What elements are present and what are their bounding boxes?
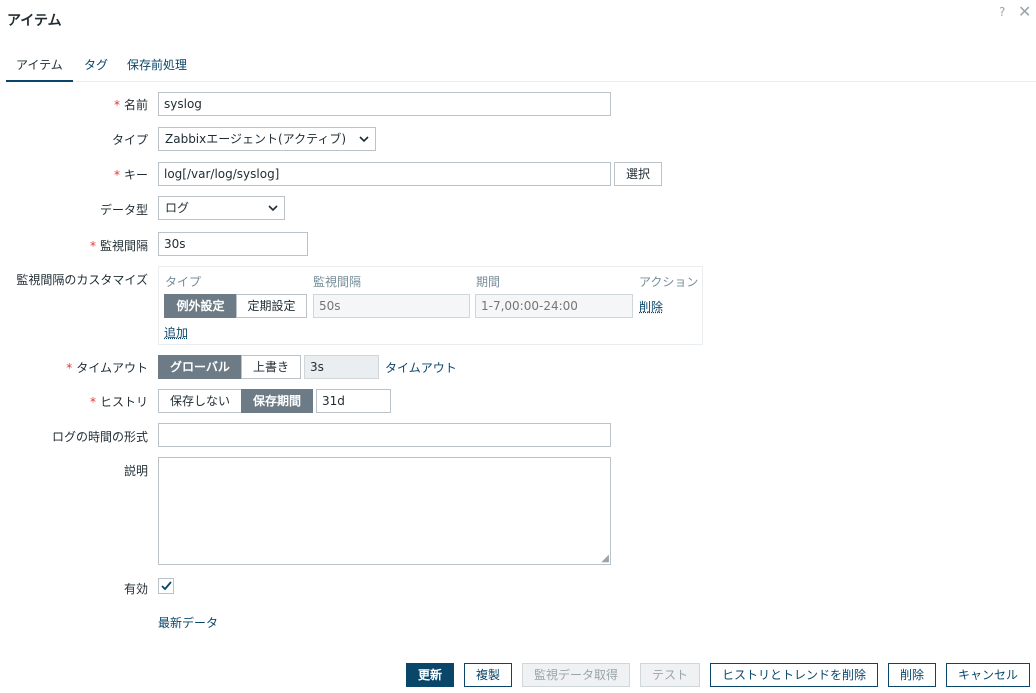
name-input[interactable]: [158, 92, 611, 116]
timeout-global-option[interactable]: グローバル: [158, 355, 242, 379]
latest-data-link[interactable]: 最新データ: [158, 614, 218, 631]
description-textarea[interactable]: ◢: [158, 457, 611, 565]
custom-interval-input[interactable]: [313, 294, 470, 318]
description-label: 説明: [123, 464, 148, 478]
history-label: ヒストリ: [90, 393, 148, 410]
timeout-link[interactable]: タイムアウト: [385, 359, 457, 376]
data-type-select-value: ログ: [165, 201, 190, 215]
enabled-checkbox[interactable]: [158, 578, 174, 594]
get-value-button[interactable]: 監視データ取得: [522, 663, 630, 687]
type-select[interactable]: Zabbixエージェント(アクティブ): [158, 127, 376, 151]
timeout-label: タイムアウト: [66, 359, 148, 376]
add-interval-link[interactable]: 追加: [164, 324, 188, 341]
type-select-value: Zabbixエージェント(アクティブ): [165, 132, 347, 146]
header-period: 期間: [476, 275, 501, 289]
key-label: キー: [114, 166, 148, 183]
tab-item[interactable]: アイテム: [6, 56, 73, 82]
checkmark-icon: [161, 581, 172, 591]
delete-button[interactable]: 削除: [888, 663, 936, 687]
log-time-format-input[interactable]: [158, 423, 611, 447]
resize-grip-icon[interactable]: ◢: [601, 553, 609, 564]
close-icon[interactable]: ✕: [1018, 2, 1031, 21]
history-input[interactable]: [316, 389, 391, 413]
type-label: タイプ: [111, 133, 148, 147]
interval-input[interactable]: [158, 232, 308, 256]
remove-interval-link[interactable]: 削除: [639, 298, 663, 315]
history-store-up-to-option[interactable]: 保存期間: [241, 389, 313, 413]
interval-label: 監視間隔: [90, 237, 148, 254]
dialog-title: アイテム: [7, 13, 62, 29]
flexible-option[interactable]: 例外設定: [164, 294, 237, 318]
custom-intervals-label: 監視間隔のカスタマイズ: [16, 273, 148, 287]
clear-history-button[interactable]: ヒストリとトレンドを削除: [710, 663, 878, 687]
enabled-label: 有効: [123, 582, 148, 596]
header-action: アクション: [639, 275, 699, 289]
timeout-override-option[interactable]: 上書き: [241, 355, 301, 379]
data-type-select[interactable]: ログ: [158, 196, 285, 220]
tab-bar: アイテム タグ 保存前処理: [6, 56, 1036, 82]
scheduling-option[interactable]: 定期設定: [236, 294, 307, 318]
tab-tags[interactable]: タグ: [74, 56, 118, 82]
data-type-label: データ型: [99, 203, 148, 217]
header-type: タイプ: [165, 275, 202, 289]
clone-button[interactable]: 複製: [464, 663, 512, 687]
timeout-input[interactable]: [304, 355, 379, 379]
key-input[interactable]: [158, 162, 611, 186]
chevron-down-icon: [359, 128, 369, 158]
log-time-format-label: ログの時間の形式: [51, 430, 148, 444]
name-label: 名前: [114, 96, 148, 113]
header-interval: 監視間隔: [313, 275, 362, 289]
custom-intervals-table: タイプ 監視間隔 期間 アクション 例外設定 定期設定 削除 追加: [158, 266, 703, 345]
history-do-not-store-option[interactable]: 保存しない: [158, 389, 242, 413]
update-button[interactable]: 更新: [406, 663, 454, 687]
cancel-button[interactable]: キャンセル: [946, 663, 1030, 687]
custom-period-input[interactable]: [475, 294, 633, 318]
key-select-button[interactable]: 選択: [614, 162, 662, 186]
help-icon[interactable]: ?: [999, 5, 1005, 19]
chevron-down-icon: [268, 197, 278, 227]
test-button[interactable]: テスト: [640, 663, 700, 687]
tab-preprocessing[interactable]: 保存前処理: [117, 56, 197, 82]
